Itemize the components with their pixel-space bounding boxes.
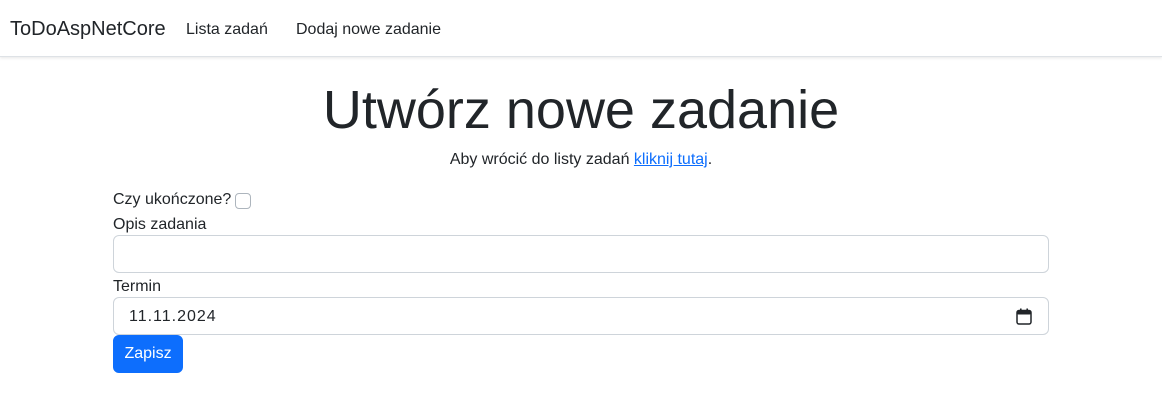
back-to-list-link[interactable]: kliknij tutaj: [634, 151, 708, 168]
deadline-date-input[interactable]: 11.11.2024: [113, 297, 1049, 335]
back-to-list-prefix: Aby wrócić do listy zadań: [449, 151, 634, 168]
calendar-icon[interactable]: [1016, 308, 1032, 325]
back-to-list-text: Aby wrócić do listy zadań kliknij tutaj.: [0, 150, 1162, 170]
deadline-value: 11.11.2024: [129, 308, 217, 325]
completed-row: Czy ukończone?: [113, 190, 252, 210]
description-label: Opis zadania: [113, 216, 207, 233]
completed-label: Czy ukończone?: [113, 191, 232, 208]
description-input[interactable]: [113, 235, 1049, 273]
page-title: Utwórz nowe zadanie: [322, 80, 840, 140]
save-button[interactable]: Zapisz: [113, 335, 183, 373]
nav-link-task-list[interactable]: Lista zadań: [186, 20, 268, 40]
deadline-label: Termin: [113, 278, 162, 295]
nav-link-add-task[interactable]: Dodaj nowe zadanie: [296, 20, 441, 40]
navbar-brand[interactable]: ToDoAspNetCore: [10, 17, 166, 41]
back-to-list-suffix: .: [707, 151, 713, 168]
completed-checkbox[interactable]: [235, 192, 252, 209]
navbar: ToDoAspNetCore Lista zadań Dodaj nowe za…: [0, 0, 1162, 57]
